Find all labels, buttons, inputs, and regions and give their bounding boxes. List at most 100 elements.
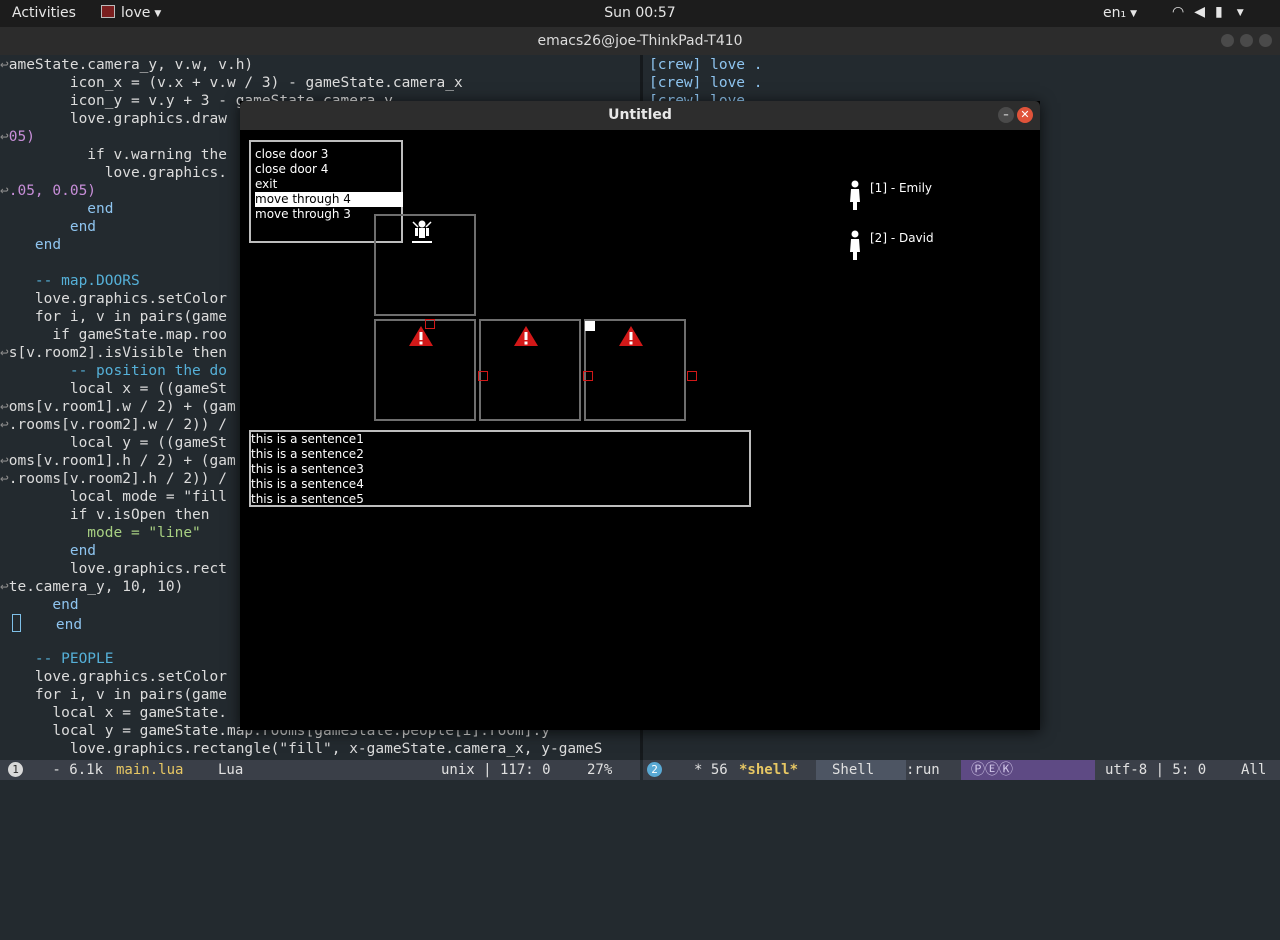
minimize-button[interactable]: – [998, 107, 1014, 123]
wifi-icon: ◠ [1172, 4, 1195, 20]
game-window-title: Untitled [608, 107, 672, 123]
log-line: this is a sentence2 [251, 447, 364, 461]
continuation-glyph: ↩ [0, 453, 9, 469]
code-line: if gameState.map.roo [0, 327, 227, 343]
code-line: ↩.05, 0.05) [0, 182, 96, 200]
code-line: icon_x = (v.x + v.w / 3) - gameState.cam… [0, 75, 463, 91]
battery-icon: ▮ [1215, 4, 1233, 20]
code-line: love.graphics. [0, 165, 227, 181]
person-label-emily[interactable]: [1] - Emily [870, 181, 932, 195]
modeline-left: 1 - 6.1k main.lua Lua unix | 117: 0 27% [0, 760, 640, 780]
code-comment: -- position the do [0, 363, 227, 379]
code-line: end [0, 237, 62, 253]
emacs-titlebar: emacs26@joe-ThinkPad-T410 [0, 27, 1280, 55]
code-line: for i, v in pairs(game [0, 687, 227, 703]
code-line: local y = ((gameSt [0, 435, 227, 451]
shell-line: [crew] love . [649, 56, 763, 74]
input-language-indicator[interactable]: en₁ ▼ [1103, 5, 1137, 21]
close-button[interactable]: ✕ [1017, 107, 1033, 123]
love-app-icon [101, 5, 115, 18]
person-icon [850, 230, 860, 260]
code-line: if v.isOpen then [0, 507, 210, 523]
code-text: .05, 0.05) [8, 183, 97, 199]
code-line: end [0, 543, 97, 559]
code-text: oms[v.room1].h / 2) + (gam [8, 453, 236, 469]
code-line: if v.warning the [0, 147, 227, 163]
code-line: love.graphics.rectangle("fill", x-gameSt… [0, 741, 603, 757]
maximize-button[interactable] [1240, 34, 1253, 47]
code-line: ↩s[v.room2].isVisible then [0, 344, 227, 362]
code-line: ↩te.camera_y, 10, 10) [0, 578, 183, 596]
encoding-position: unix | 117: 0 [441, 762, 551, 778]
code-line: end [0, 597, 79, 613]
shell-line: [crew] love . [649, 74, 763, 92]
code-line: love.graphics.draw [0, 111, 227, 127]
code-line: mode = "line" [0, 525, 201, 541]
continuation-glyph: ↩ [0, 417, 9, 433]
door[interactable] [425, 319, 435, 329]
code-comment: -- map.DOORS [0, 273, 140, 289]
buffer-position: All [1241, 762, 1267, 778]
code-line: ↩oms[v.room1].w / 2) + (gam [0, 398, 236, 416]
door[interactable] [478, 371, 488, 381]
code-line: end [0, 614, 83, 633]
code-comment: -- PEOPLE [0, 651, 114, 667]
continuation-glyph: ↩ [0, 399, 9, 415]
person-label-david[interactable]: [2] - David [870, 231, 934, 245]
door[interactable] [585, 321, 595, 331]
continuation-glyph: ↩ [0, 57, 9, 73]
log-line: this is a sentence3 [251, 462, 364, 476]
warning-icon [514, 326, 538, 346]
menu-item-close-door-3[interactable]: close door 3 [255, 147, 403, 162]
game-window: Untitled – ✕ close door 3 close door 4 e… [240, 101, 1040, 730]
game-window-titlebar[interactable]: Untitled – ✕ [240, 101, 1040, 130]
door[interactable] [687, 371, 697, 381]
code-line: end [0, 201, 114, 217]
code-text: ameState.camera_y, v.w, v.h) [8, 57, 254, 73]
code-text: te.camera_y, 10, 10) [8, 579, 184, 595]
top-bar: Activities love ▼ Sun 00:57 en₁ ▼ ◠◀▮ ▼ [0, 0, 1280, 27]
code-text: 05) [8, 129, 35, 145]
clock[interactable]: Sun 00:57 [604, 5, 675, 21]
continuation-glyph: ↩ [0, 129, 9, 145]
chevron-down-icon: ▼ [1236, 8, 1254, 18]
close-button[interactable] [1259, 34, 1272, 47]
crew-icon [412, 220, 432, 243]
buffer-name[interactable]: main.lua [116, 760, 183, 780]
menu-item-close-door-4[interactable]: close door 4 [255, 162, 403, 177]
window-number-badge: 2 [647, 760, 662, 780]
code-line: ↩ameState.camera_y, v.w, v.h) [0, 56, 253, 74]
game-canvas[interactable]: close door 3 close door 4 exit move thro… [240, 130, 1040, 730]
text-cursor [12, 614, 21, 632]
code-line: ↩.rooms[v.room2].w / 2)) / [0, 416, 227, 434]
continuation-glyph: ↩ [0, 345, 9, 361]
code-line: local x = ((gameSt [0, 381, 227, 397]
activities-button[interactable]: Activities [12, 5, 76, 21]
chevron-down-icon: ▼ [154, 9, 162, 19]
menu-item-move-through-4[interactable]: move through 4 [255, 192, 403, 207]
major-mode[interactable]: Shell [816, 760, 906, 780]
major-mode[interactable]: Lua [218, 760, 243, 780]
door[interactable] [583, 371, 593, 381]
echo-area[interactable] [0, 780, 1280, 800]
code-line: love.graphics.setColor [0, 669, 227, 685]
buffer-size: - 6.1k [44, 762, 104, 778]
system-menu[interactable]: ◠◀▮ ▼ [1172, 4, 1254, 20]
shell-text: [crew] love . [649, 75, 763, 91]
code-text: oms[v.room1].w / 2) + (gam [8, 399, 236, 415]
code-text: .rooms[v.room2].w / 2)) / [8, 417, 227, 433]
code-text: end [21, 617, 83, 633]
shell-text: [crew] love . [649, 57, 763, 73]
app-menu[interactable]: love ▼ [101, 5, 161, 21]
volume-icon: ◀ [1194, 4, 1215, 20]
modified-indicator: * 56 [694, 762, 728, 778]
code-line: ↩05) [0, 128, 35, 146]
minimize-button[interactable] [1221, 34, 1234, 47]
code-line: end [0, 219, 97, 235]
continuation-glyph: ↩ [0, 579, 9, 595]
menu-item-exit[interactable]: exit [255, 177, 403, 192]
encoding-position: utf-8 | 5: 0 [1105, 762, 1207, 778]
chevron-down-icon: ▼ [1130, 9, 1138, 19]
buffer-name[interactable]: *shell* [739, 760, 798, 780]
code-line: ↩oms[v.room1].h / 2) + (gam [0, 452, 236, 470]
